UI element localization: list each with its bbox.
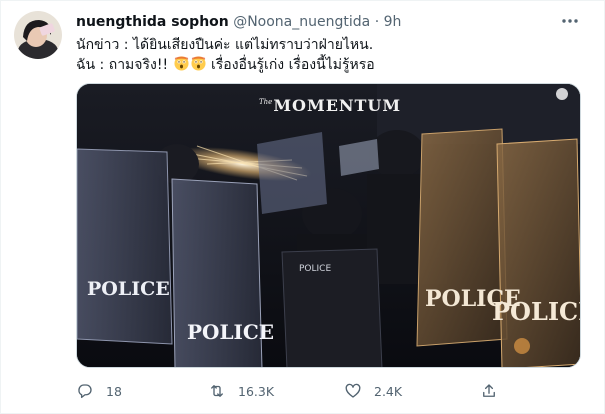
retweet-icon [211, 385, 223, 397]
separator-dot: · [374, 14, 380, 30]
retweet-button[interactable]: 16.3K [208, 379, 274, 403]
display-name[interactable]: nuengthida sophon [76, 14, 229, 30]
tweet-text-line-2-prefix: ฉัน : ถามจริง!! [76, 57, 169, 73]
tweet-text-line-2: ฉัน : ถามจริง!! เรื่องอื่นรู้เก่ง เรื่อง… [76, 55, 576, 75]
like-count: 2.4K [374, 383, 403, 399]
tweet-text: นักข่าว : ได้ยินเสียงปืนค่ะ แต่ไม่ทราบว่… [76, 35, 576, 75]
shield-label: POLICE [187, 320, 274, 344]
reply-count: 18 [106, 383, 122, 399]
reply-button[interactable]: 18 [76, 379, 122, 403]
astonished-face-icon [174, 56, 189, 71]
tweet-header: nuengthida sophon @Noona_nuengtida · 9h [76, 12, 564, 32]
shield-label: POLICE [299, 264, 331, 274]
watermark-prefix: The [259, 98, 273, 106]
more-options-icon[interactable] [558, 11, 582, 31]
protest-photo: POLICE POLICE POLICE POLICE POLICE [77, 84, 581, 367]
astonished-face-icon [191, 56, 206, 71]
tweet-text-line-1: นักข่าว : ได้ยินเสียงปืนค่ะ แต่ไม่ทราบว่… [76, 37, 374, 53]
tweet-card[interactable]: nuengthida sophon @Noona_nuengtida · 9h … [0, 0, 605, 414]
shield-label: POLICE [87, 278, 170, 300]
tweet-time[interactable]: 9h [384, 14, 402, 30]
watermark-main: MOMENTUM [273, 96, 402, 115]
like-button[interactable]: 2.4K [344, 379, 402, 403]
action-bar: 18 16.3K 2.4K [76, 379, 581, 403]
heart-icon [345, 383, 361, 398]
reply-icon [78, 384, 92, 399]
tweet-photo[interactable]: POLICE POLICE POLICE POLICE POLICE TheMO… [76, 83, 581, 368]
user-handle[interactable]: @Noona_nuengtida [233, 14, 370, 30]
tweet-text-line-2-suffix: เรื่องอื่นรู้เก่ง เรื่องนี้ไม่รู้หรอ [210, 57, 375, 73]
share-button[interactable] [480, 379, 498, 403]
avatar[interactable] [14, 11, 62, 59]
watermark: TheMOMENTUM [259, 96, 401, 115]
retweet-count: 16.3K [238, 383, 275, 399]
share-icon [483, 384, 495, 397]
shield-label: POLICE [492, 297, 581, 326]
